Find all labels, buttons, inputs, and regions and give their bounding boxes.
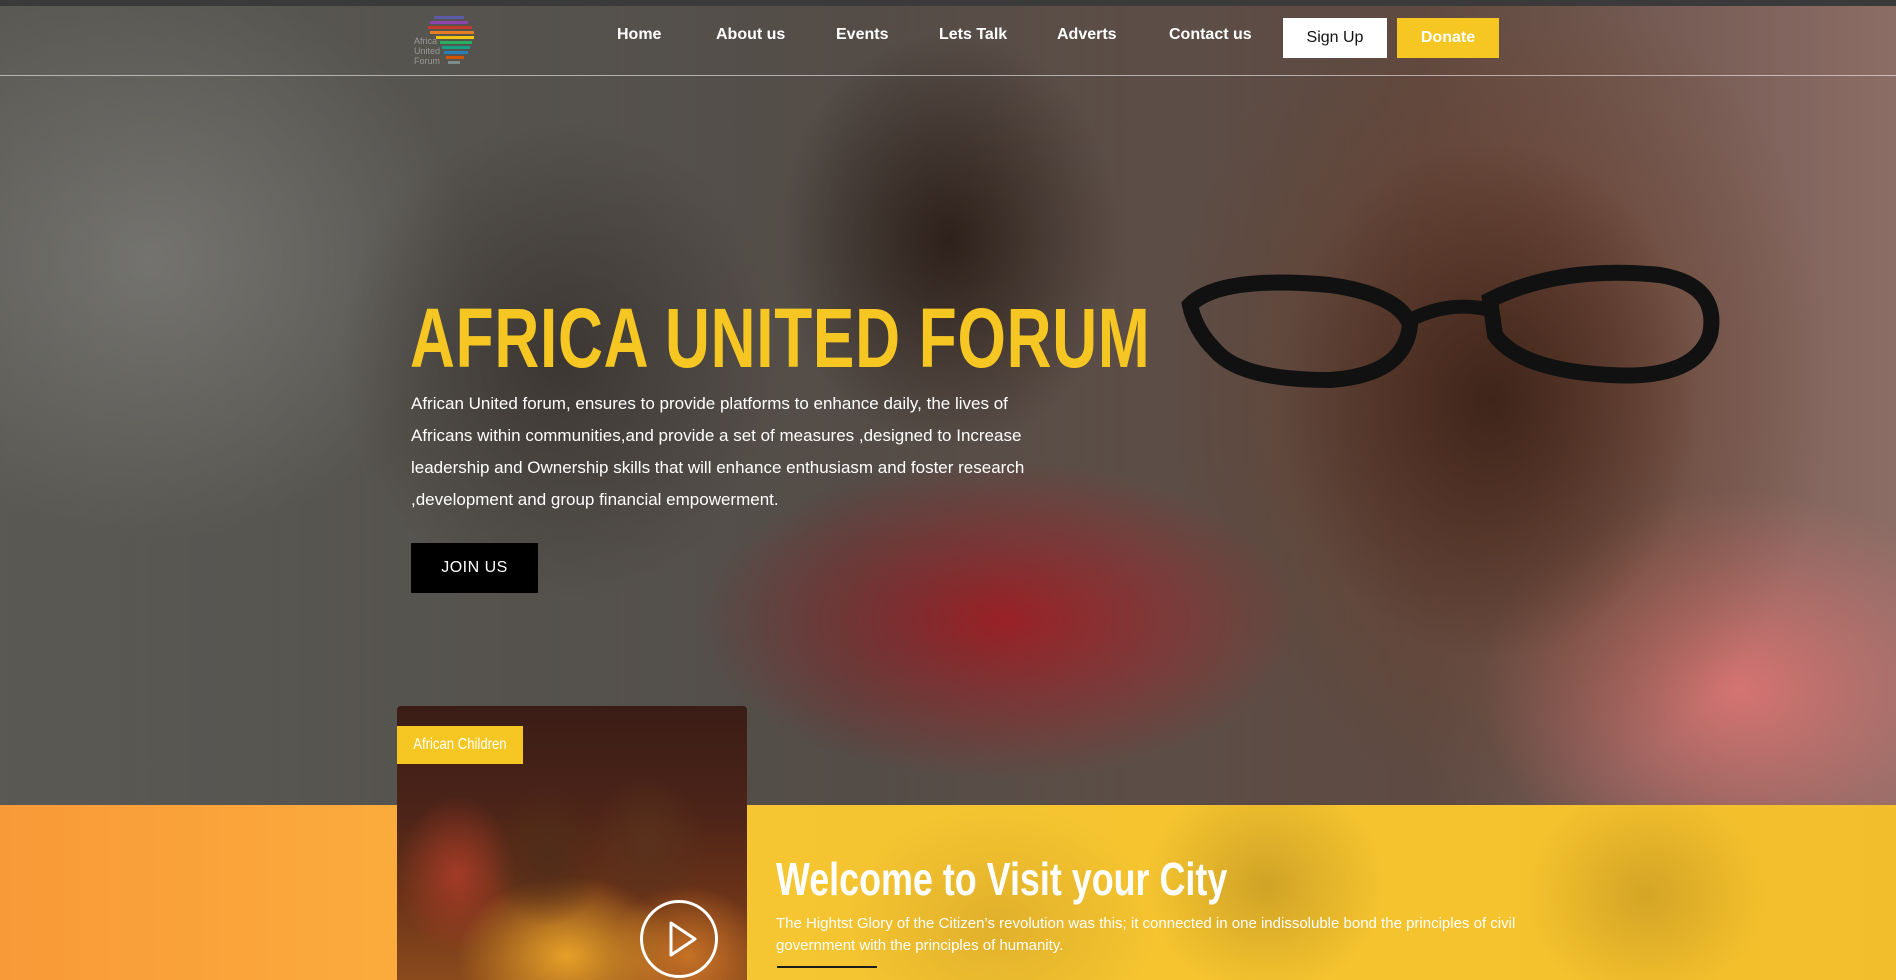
donate-button[interactable]: Donate <box>1397 18 1499 58</box>
nav-about-us[interactable]: About us <box>716 26 785 44</box>
welcome-underline <box>777 966 877 968</box>
video-card[interactable]: African Children <box>397 706 747 980</box>
sign-up-button[interactable]: Sign Up <box>1283 18 1387 58</box>
welcome-title: Welcome to Visit your City <box>776 853 1228 905</box>
join-us-button[interactable]: JOIN US <box>411 543 538 593</box>
top-navigation: Africa United Forum Home About us Events… <box>0 6 1896 76</box>
video-card-tag-label: African Children <box>413 736 507 753</box>
welcome-description: The Hightst Glory of the Citizen’s revol… <box>776 915 1516 954</box>
logo-text: Africa United Forum <box>414 36 441 66</box>
hero-title: AFRICA UNITED FORUM <box>410 291 1151 385</box>
hero-description: African United forum, ensures to provide… <box>411 394 1025 509</box>
site-logo[interactable]: Africa United Forum <box>412 12 482 72</box>
video-card-tag: African Children <box>397 726 523 764</box>
play-button[interactable] <box>640 900 718 978</box>
play-icon <box>669 921 697 957</box>
nav-lets-talk[interactable]: Lets Talk <box>939 26 1007 44</box>
glasses-shape <box>1181 264 1720 389</box>
nav-contact-us[interactable]: Contact us <box>1169 26 1252 44</box>
nav-home[interactable]: Home <box>617 26 661 44</box>
orange-band <box>0 805 400 980</box>
nav-adverts[interactable]: Adverts <box>1057 26 1117 44</box>
nav-events[interactable]: Events <box>836 26 888 44</box>
